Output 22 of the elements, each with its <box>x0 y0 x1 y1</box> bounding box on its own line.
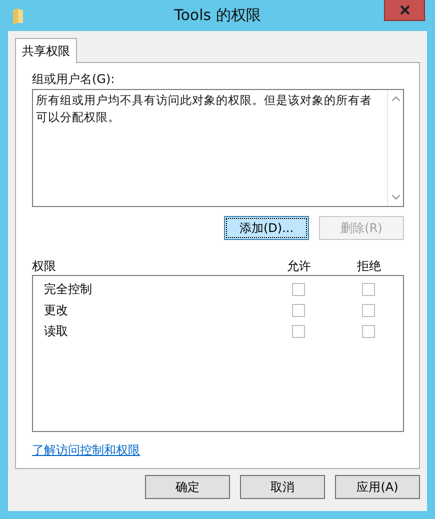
empty-message: 所有组或用户均不具有访问此对象的权限。但是该对象的所有者可以分配权限。 <box>35 92 373 126</box>
close-button[interactable] <box>384 0 425 21</box>
scrollbar[interactable] <box>387 90 403 206</box>
permission-name: 读取 <box>43 323 69 340</box>
permission-name: 更改 <box>43 302 69 319</box>
scroll-down-icon[interactable] <box>392 195 400 200</box>
scroll-up-icon[interactable] <box>392 96 400 101</box>
window-title: Tools 的权限 <box>174 6 261 25</box>
tab[interactable]: 共享权限 <box>15 38 77 63</box>
help-link[interactable]: 了解访问控制和权限 <box>32 442 140 459</box>
close-icon <box>400 5 410 15</box>
user-list[interactable]: 所有组或用户均不具有访问此对象的权限。但是该对象的所有者可以分配权限。 <box>32 89 404 207</box>
add-button[interactable]: 添加(D)... <box>224 216 309 240</box>
cancel-button[interactable]: 取消 <box>240 475 325 499</box>
permission-name: 完全控制 <box>43 281 93 298</box>
apply-button[interactable]: 应用(A) <box>335 475 420 499</box>
group-label: 组或用户名(G): <box>32 71 116 88</box>
permissions-label: 权限 <box>32 258 57 274</box>
column-header: 允许 <box>286 258 312 274</box>
column-header: 拒绝 <box>356 258 382 274</box>
folder-icon <box>12 6 24 24</box>
ok-button[interactable]: 确定 <box>145 475 230 499</box>
